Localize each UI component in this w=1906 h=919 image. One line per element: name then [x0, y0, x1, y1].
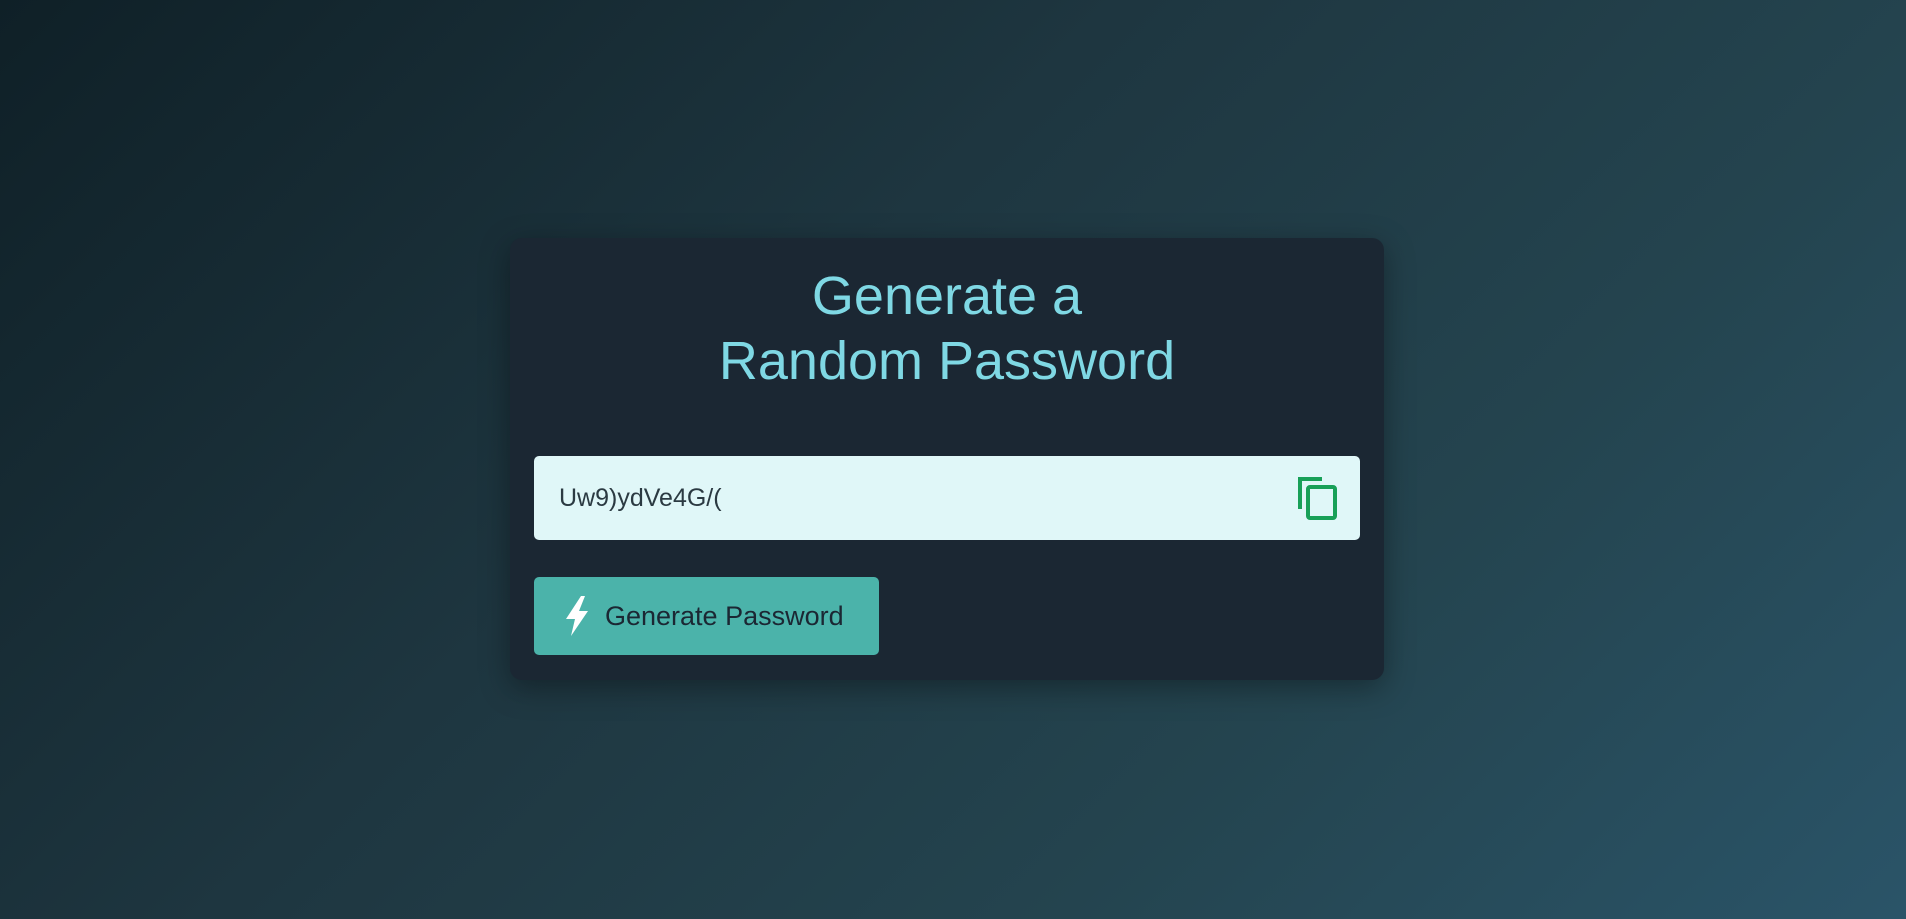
title-line-1: Generate a — [811, 266, 1083, 326]
title-line-2: Random Password — [718, 331, 1176, 391]
password-output-field[interactable]: Uw9)ydVe4G/( — [534, 456, 1360, 540]
password-generator-card: Generate a Random Password Uw9)ydVe4G/( … — [510, 238, 1384, 680]
password-value[interactable]: Uw9)ydVe4G/( — [559, 456, 722, 540]
generate-password-label: Generate Password — [605, 600, 844, 631]
page-title: Generate a Random Password — [510, 264, 1384, 394]
bolt-icon — [562, 595, 592, 637]
copy-icon[interactable] — [1296, 475, 1340, 521]
generate-password-button[interactable]: Generate Password — [534, 577, 879, 655]
